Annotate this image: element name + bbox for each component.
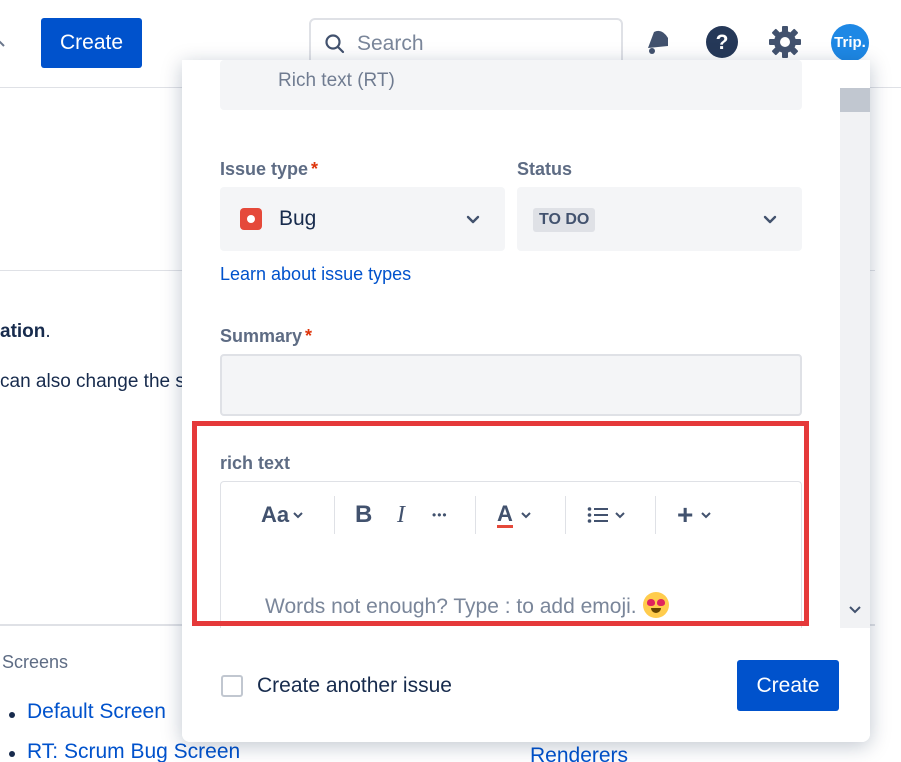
page-text: can also change the s (0, 371, 185, 392)
chevron-down-icon[interactable] (0, 34, 8, 52)
create-issue-button[interactable]: Create (737, 660, 839, 711)
avatar[interactable]: Trip. (831, 24, 869, 62)
bold-suffix: . (45, 321, 51, 342)
bullet (9, 751, 15, 757)
status-label: Status (517, 159, 573, 179)
rt-scrum-bug-screen-link[interactable]: RT: Scrum Bug Screen (27, 740, 240, 762)
modal-footer: Create another issue Create (182, 628, 870, 742)
issue-type-label: Issue type * (220, 159, 318, 180)
scrollbar-thumb[interactable] (840, 88, 870, 112)
settings-gear-icon[interactable] (767, 24, 803, 60)
create-another-checkbox[interactable] (221, 675, 243, 697)
default-screen-link[interactable]: Default Screen (27, 700, 166, 724)
summary-label: Summary * (220, 326, 312, 347)
create-issue-modal: Rich text (RT) Issue type * Bug Status TO… (182, 60, 870, 742)
help-icon[interactable]: ? (704, 24, 740, 60)
create-another-label[interactable]: Create another issue (257, 674, 452, 698)
issue-type-select[interactable]: Bug (220, 187, 505, 251)
notifications-icon[interactable] (640, 24, 676, 60)
summary-label-text: Summary (220, 326, 303, 346)
previous-field-text: Rich text (RT) (278, 70, 395, 91)
page-text-bold: ation. (0, 321, 51, 343)
chevron-down-icon (465, 211, 481, 227)
screens-label: Screens (2, 652, 69, 672)
chevron-down-icon (762, 211, 778, 227)
status-lozenge: TO DO (533, 208, 596, 232)
scroll-down-icon[interactable] (846, 600, 864, 618)
svg-text:?: ? (716, 31, 729, 54)
bug-icon (240, 208, 262, 230)
required-mark: * (311, 159, 319, 179)
issue-type-value: Bug (279, 207, 317, 230)
highlight-box (192, 421, 809, 626)
bold-fragment: ation (0, 321, 46, 342)
required-mark: * (305, 326, 313, 346)
scrollbar[interactable] (840, 88, 870, 628)
previous-field[interactable]: Rich text (RT) (220, 60, 802, 110)
create-button[interactable]: Create (41, 18, 142, 68)
summary-input[interactable] (220, 354, 802, 416)
search-input[interactable] (357, 30, 607, 58)
learn-issue-types-link[interactable]: Learn about issue types (220, 264, 411, 285)
bullet (9, 712, 15, 718)
issue-type-label-text: Issue type (220, 159, 309, 179)
search-icon (323, 32, 347, 56)
renderers-link[interactable]: Renderers (530, 744, 628, 762)
status-select[interactable]: TO DO (517, 187, 802, 251)
